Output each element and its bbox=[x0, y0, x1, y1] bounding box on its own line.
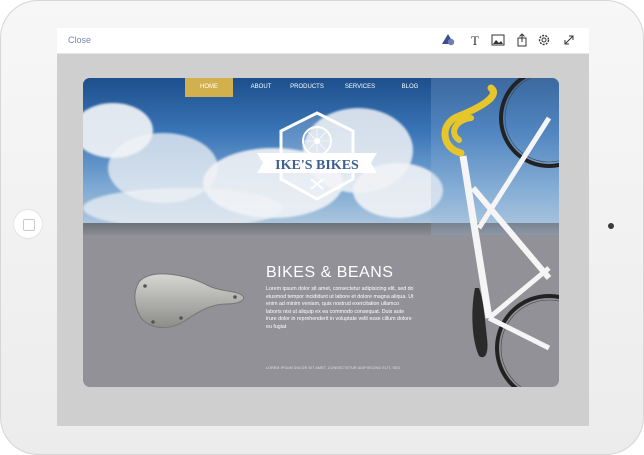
fullscreen-icon[interactable] bbox=[562, 33, 576, 47]
front-camera bbox=[608, 223, 614, 229]
footer-caption: LOREM IPSUM DOLOR SIT AMET, CONSECTETUR … bbox=[266, 366, 401, 370]
nav-home[interactable]: HOME bbox=[185, 78, 233, 97]
text-icon[interactable]: T bbox=[469, 33, 483, 47]
nav-products[interactable]: PRODUCTS bbox=[286, 78, 328, 97]
share-icon[interactable] bbox=[515, 33, 529, 47]
image-icon[interactable] bbox=[491, 33, 505, 47]
svg-text:T: T bbox=[471, 33, 479, 47]
logo-text: IKE'S BIKES bbox=[275, 158, 359, 173]
app-screen: Close T HOME ABOUT PRODUCTS SERVICES BLO… bbox=[57, 28, 589, 426]
home-button[interactable] bbox=[14, 210, 42, 238]
bicycle-image[interactable] bbox=[431, 78, 559, 387]
settings-icon[interactable] bbox=[537, 33, 551, 47]
nav-about[interactable]: ABOUT bbox=[241, 78, 281, 97]
ipad-frame: Close T HOME ABOUT PRODUCTS SERVICES BLO… bbox=[0, 0, 644, 455]
ikes-bikes-logo[interactable]: IKE'S BIKES bbox=[253, 111, 381, 206]
saddle-image[interactable] bbox=[131, 264, 251, 334]
close-button[interactable]: Close bbox=[68, 35, 91, 45]
nav-blog[interactable]: BLOG bbox=[393, 78, 427, 97]
nav-services[interactable]: SERVICES bbox=[339, 78, 381, 97]
svg-text:IKE'S BIKES: IKE'S BIKES bbox=[275, 158, 359, 173]
website-preview: HOME ABOUT PRODUCTS SERVICES BLOG IKE'S … bbox=[83, 78, 559, 387]
editor-toolbar: Close T bbox=[57, 28, 589, 54]
section-heading: BIKES & BEANS bbox=[266, 264, 394, 281]
section-body-text: Lorem ipsum dolor sit amet, consectetur … bbox=[266, 286, 414, 330]
shapes-icon[interactable] bbox=[442, 33, 456, 47]
